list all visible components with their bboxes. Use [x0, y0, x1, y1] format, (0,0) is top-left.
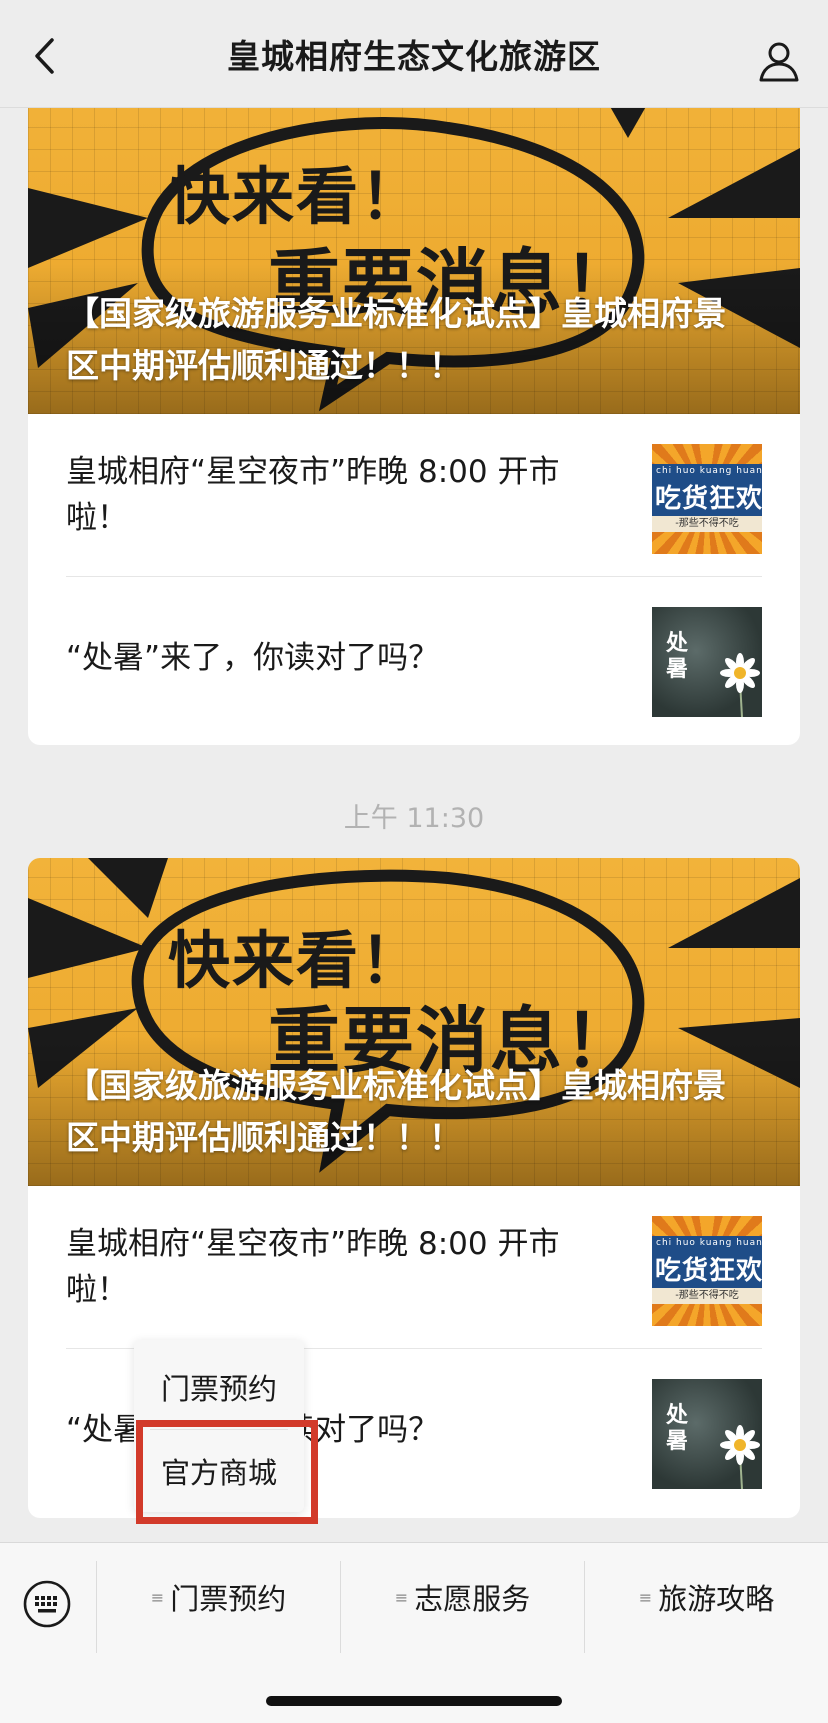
thumbnail-pinyin: chi huo kuang huan	[656, 1238, 762, 1248]
thumbnail-title: 吃货狂欢	[655, 484, 762, 514]
daisy-icon	[720, 653, 760, 717]
list-item[interactable]: 皇城相府“星空夜市”昨晚 8:00 开市啦！ chi huo kuang hua…	[66, 1186, 762, 1348]
banner-headline: 【国家级旅游服务业标准化试点】皇城相府景区中期评估顺利通过！！！	[66, 1066, 726, 1157]
menu-item-travel-guide[interactable]: ≡ 旅游攻略	[585, 1543, 828, 1651]
article-card: 快来看！ 重要消息！ 【国家级旅游服务业标准化试点】皇城相府景区中期评估顺利通过…	[28, 68, 800, 745]
article-thumbnail: chi huo kuang huan 吃货狂欢 -那些不得不吃	[652, 444, 762, 554]
navigation-bar: 皇城相府生态文化旅游区	[0, 0, 828, 108]
submenu-popup: 门票预约 官方商城	[134, 1340, 304, 1512]
menu-item-ticket-booking[interactable]: ≡ 门票预约	[97, 1543, 340, 1651]
menu-lines-icon: ≡	[394, 1587, 409, 1607]
menu-lines-icon: ≡	[638, 1587, 653, 1607]
banner-headline: 【国家级旅游服务业标准化试点】皇城相府景区中期评估顺利通过！！！	[66, 294, 726, 385]
menu-item-label: 旅游攻略	[658, 1582, 775, 1616]
home-indicator	[266, 1696, 562, 1706]
thumbnail-subtitle: -那些不得不吃	[652, 516, 762, 532]
menu-item-volunteer-service[interactable]: ≡ 志愿服务	[341, 1543, 584, 1651]
menu-item-label: 志愿服务	[414, 1582, 531, 1616]
message-timestamp: 上午 11:30	[343, 803, 485, 834]
submenu-item-ticket-booking[interactable]: 门票预约	[134, 1346, 304, 1428]
article-thumbnail: 处暑	[652, 607, 762, 717]
page-title: 皇城相府生态文化旅游区	[227, 36, 601, 76]
list-item[interactable]: 皇城相府“星空夜市”昨晚 8:00 开市啦！ chi huo kuang hua…	[66, 414, 762, 576]
thumbnail-title: 吃货狂欢	[655, 1256, 762, 1286]
article-banner[interactable]: 快来看！ 重要消息！ 【国家级旅游服务业标准化试点】皇城相府景区中期评估顺利通过…	[28, 858, 800, 1186]
menu-lines-icon: ≡	[150, 1587, 165, 1607]
chevron-left-icon[interactable]	[28, 36, 60, 76]
person-icon[interactable]	[756, 38, 802, 84]
article-title: “处暑”来了，你读对了吗？	[66, 639, 440, 676]
article-thumbnail: 处暑	[652, 1379, 762, 1489]
menu-item-label: 门票预约	[170, 1582, 287, 1616]
daisy-icon	[720, 1425, 760, 1489]
article-title: 皇城相府“星空夜市”昨晚 8:00 开市啦！	[66, 1226, 560, 1308]
list-item[interactable]: “处暑”来了，你读对了吗？ 处暑	[66, 576, 762, 738]
keyboard-icon[interactable]	[22, 1579, 72, 1629]
article-title: 皇城相府“星空夜市”昨晚 8:00 开市啦！	[66, 454, 560, 536]
thumbnail-pinyin: chi huo kuang huan	[656, 466, 762, 476]
submenu-item-official-store[interactable]: 官方商城	[134, 1430, 304, 1512]
thumbnail-subtitle: -那些不得不吃	[652, 1288, 762, 1304]
article-banner[interactable]: 快来看！ 重要消息！ 【国家级旅游服务业标准化试点】皇城相府景区中期评估顺利通过…	[28, 68, 800, 414]
article-thumbnail: chi huo kuang huan 吃货狂欢 -那些不得不吃	[652, 1216, 762, 1326]
banner-art-line1: 快来看！	[168, 160, 425, 233]
